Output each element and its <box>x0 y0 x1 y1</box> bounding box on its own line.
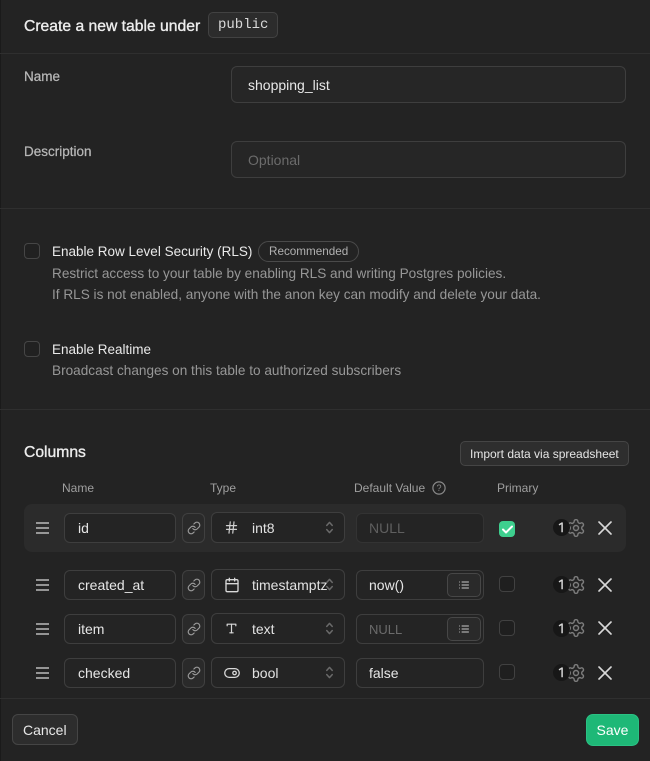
svg-text:?: ? <box>436 483 441 493</box>
